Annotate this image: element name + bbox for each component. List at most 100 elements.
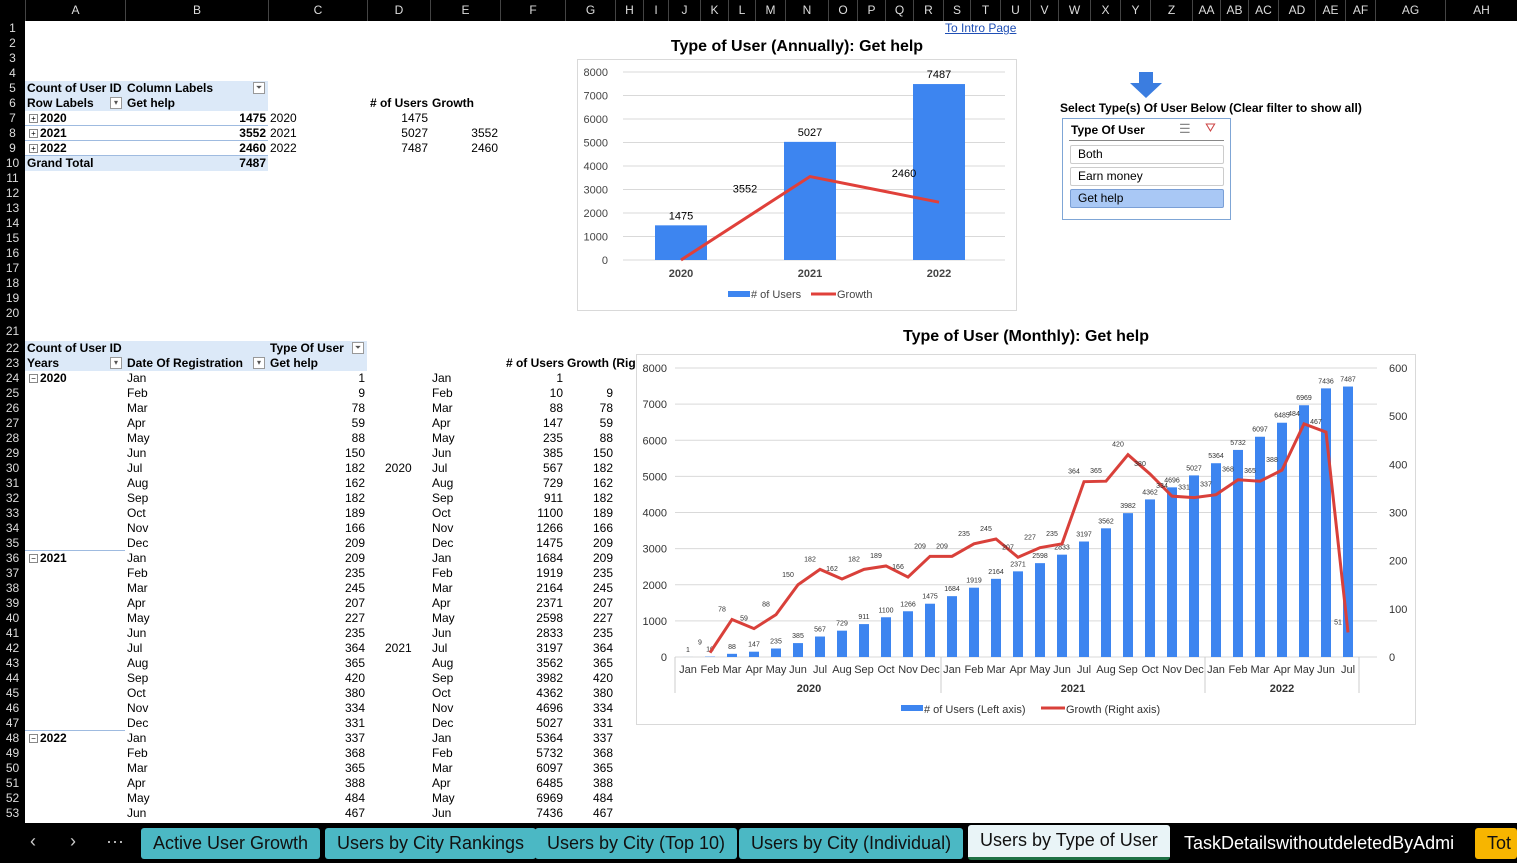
helper-growth[interactable]: 365 xyxy=(567,761,613,776)
column-header[interactable]: AG xyxy=(1375,0,1445,21)
pivot-month[interactable]: Nov xyxy=(127,521,266,536)
pivot-value[interactable]: 182 xyxy=(270,461,365,476)
row-header[interactable]: 46 xyxy=(0,701,25,716)
column-header[interactable]: J xyxy=(668,0,700,21)
slicer-item[interactable]: Both xyxy=(1070,145,1224,164)
pivot-month[interactable]: Apr xyxy=(127,776,266,791)
grand-total-label[interactable]: Grand Total xyxy=(27,156,123,171)
helper-month[interactable]: Jun xyxy=(432,626,498,641)
pivot-header[interactable]: Count of User ID xyxy=(27,341,223,356)
helper-users[interactable]: 911 xyxy=(502,491,563,506)
monthly-chart[interactable]: 0 1000 2000 3000 4000 5000 6000 7000 8000 0 100 200… xyxy=(636,354,1416,725)
pivot-month[interactable]: Oct xyxy=(127,506,266,521)
sheet-tab[interactable]: Users by City (Top 10) xyxy=(535,828,738,859)
pivot-header[interactable]: Get help xyxy=(127,96,266,111)
pivot-value[interactable]: 227 xyxy=(270,611,365,626)
column-header[interactable]: A xyxy=(25,0,125,21)
column-header[interactable]: U xyxy=(1000,0,1030,21)
row-header[interactable]: 47 xyxy=(0,716,25,731)
row-header[interactable]: 43 xyxy=(0,656,25,671)
helper-year-label[interactable]: 2021 xyxy=(369,641,428,656)
helper-growth[interactable]: 78 xyxy=(567,401,613,416)
helper-growth[interactable]: 227 xyxy=(567,611,613,626)
pivot-header[interactable]: Row Labels xyxy=(27,96,123,111)
helper-users[interactable]: 1266 xyxy=(502,521,563,536)
tab-prev-button[interactable]: ‹ xyxy=(30,831,36,852)
pivot-month[interactable]: Mar xyxy=(127,761,266,776)
pivot-value[interactable]: 380 xyxy=(270,686,365,701)
row-header[interactable]: 9 xyxy=(0,141,25,156)
row-header[interactable]: 32 xyxy=(0,491,25,506)
helper-header[interactable]: # of Users xyxy=(369,96,428,111)
helper-month[interactable]: Dec xyxy=(432,716,498,731)
helper-growth[interactable]: 467 xyxy=(567,806,613,821)
sheet-tab[interactable]: Active User Growth xyxy=(141,828,321,859)
pivot-month[interactable]: Aug xyxy=(127,656,266,671)
helper-users[interactable]: 1475 xyxy=(369,111,428,126)
row-header[interactable]: 4 xyxy=(0,66,25,81)
column-header[interactable]: Q xyxy=(885,0,913,21)
pivot-value[interactable]: 3552 xyxy=(127,126,266,141)
column-header[interactable]: X xyxy=(1090,0,1120,21)
helper-growth[interactable]: 189 xyxy=(567,506,613,521)
row-header[interactable]: 20 xyxy=(0,306,25,321)
helper-growth[interactable]: 9 xyxy=(567,386,613,401)
row-header[interactable]: 5 xyxy=(0,81,25,96)
helper-users[interactable]: 5732 xyxy=(502,746,563,761)
row-header[interactable]: 1 xyxy=(0,21,25,36)
helper-growth[interactable]: 420 xyxy=(567,671,613,686)
pivot-value[interactable]: 467 xyxy=(270,806,365,821)
sheet-tab[interactable]: TaskDetailswithoutdeletedByAdmi xyxy=(1172,828,1467,859)
helper-growth[interactable] xyxy=(567,371,613,386)
pivot-value[interactable]: 245 xyxy=(270,581,365,596)
helper-users[interactable]: 1684 xyxy=(502,551,563,566)
pivot-month[interactable]: Dec xyxy=(127,536,266,551)
row-header[interactable]: 34 xyxy=(0,521,25,536)
helper-month[interactable]: May xyxy=(432,431,498,446)
column-header[interactable]: O xyxy=(828,0,857,21)
row-header[interactable]: 38 xyxy=(0,581,25,596)
helper-month[interactable]: Mar xyxy=(432,401,498,416)
helper-users[interactable]: 5027 xyxy=(369,126,428,141)
row-header[interactable]: 21 xyxy=(0,321,25,341)
sheet-tab[interactable]: Users by City (Individual) xyxy=(739,828,964,859)
column-header[interactable]: I xyxy=(643,0,668,21)
row-header[interactable]: 13 xyxy=(0,201,25,216)
helper-month[interactable]: Dec xyxy=(432,536,498,551)
row-header[interactable]: 25 xyxy=(0,386,25,401)
row-header[interactable]: 7 xyxy=(0,111,25,126)
row-header[interactable]: 2 xyxy=(0,36,25,51)
filter-dropdown-icon[interactable]: ⏷ xyxy=(253,82,265,94)
column-header[interactable]: K xyxy=(700,0,728,21)
pivot-row-label[interactable]: 2020 xyxy=(27,111,123,126)
row-header[interactable]: 51 xyxy=(0,776,25,791)
column-header[interactable]: N xyxy=(785,0,828,21)
helper-users[interactable]: 6969 xyxy=(502,791,563,806)
pivot-value[interactable]: 337 xyxy=(270,731,365,746)
helper-month[interactable]: Jun xyxy=(432,446,498,461)
pivot-value[interactable]: 235 xyxy=(270,626,365,641)
helper-growth[interactable]: 182 xyxy=(567,461,613,476)
date-dropdown-icon[interactable]: ▾ xyxy=(253,357,265,369)
pivot-value[interactable]: 9 xyxy=(270,386,365,401)
helper-users[interactable]: 3197 xyxy=(502,641,563,656)
pivot-month[interactable]: Dec xyxy=(127,716,266,731)
helper-growth[interactable] xyxy=(432,111,498,126)
column-header[interactable]: H xyxy=(615,0,643,21)
helper-users[interactable]: 88 xyxy=(502,401,563,416)
row-header[interactable]: 15 xyxy=(0,231,25,246)
helper-users[interactable]: 7487 xyxy=(369,141,428,156)
helper-users[interactable]: 235 xyxy=(502,431,563,446)
row-header[interactable]: 49 xyxy=(0,746,25,761)
pivot-month[interactable]: Sep xyxy=(127,671,266,686)
pivot-value[interactable]: 484 xyxy=(270,791,365,806)
helper-month[interactable]: Aug xyxy=(432,656,498,671)
helper-growth[interactable]: 337 xyxy=(567,731,613,746)
pivot-value[interactable]: 189 xyxy=(270,506,365,521)
column-header[interactable]: S xyxy=(943,0,970,21)
helper-month[interactable]: Jul xyxy=(432,641,498,656)
helper-growth[interactable]: 209 xyxy=(567,551,613,566)
row-labels-dropdown-icon[interactable]: ▾ xyxy=(110,97,122,109)
column-header[interactable]: AA xyxy=(1192,0,1220,21)
multi-select-icon[interactable]: ☰ xyxy=(1179,121,1191,137)
